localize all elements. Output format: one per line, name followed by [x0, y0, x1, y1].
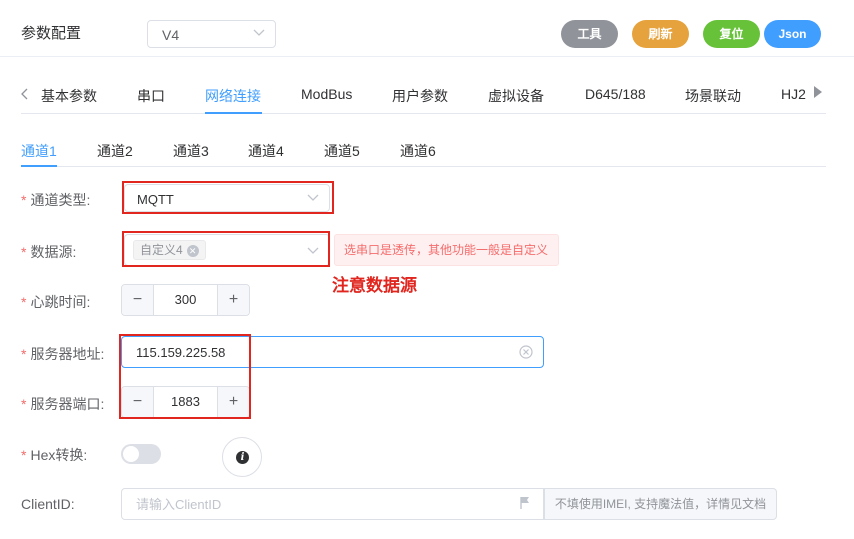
required-marker: *	[21, 447, 27, 463]
server-port-label-text: 服务器端口:	[30, 396, 105, 412]
json-button[interactable]: Json	[764, 20, 821, 48]
page-title: 参数配置	[21, 25, 82, 42]
info-icon: i	[236, 451, 249, 464]
data-source-label: * 数据源:	[21, 242, 76, 262]
heartbeat-label-text: 心跳时间:	[30, 294, 91, 310]
tab-channel-5[interactable]: 通道5	[324, 141, 360, 161]
header-bar: 参数配置 V4 工具 刷新 复位 Json	[0, 0, 854, 57]
tab-channel-6[interactable]: 通道6	[400, 141, 436, 161]
main-tabs: 基本参数 串口 网络连接 ModBus 用户参数 虚拟设备 D645/188 场…	[21, 76, 826, 114]
server-address-label-text: 服务器地址:	[30, 346, 105, 362]
client-id-label: ClientID:	[21, 496, 75, 512]
clear-icon[interactable]	[519, 345, 533, 359]
tab-channel-3[interactable]: 通道3	[173, 141, 209, 161]
heartbeat-increase-button[interactable]: +	[217, 285, 249, 315]
chevron-down-icon	[253, 29, 265, 36]
port-increase-button[interactable]: +	[217, 387, 249, 417]
tab-channel-1[interactable]: 通道1	[21, 141, 57, 161]
channel-tabs: 通道1 通道2 通道3 通道4 通道5 通道6	[21, 133, 826, 167]
heartbeat-stepper: − 300 +	[121, 284, 250, 316]
server-port-value[interactable]: 1883	[154, 387, 217, 417]
hex-convert-label-text: Hex转换:	[30, 447, 88, 463]
data-source-tag: 自定义4 ✕	[133, 240, 206, 260]
channel-type-select[interactable]: MQTT	[124, 184, 330, 212]
chevron-down-icon	[307, 194, 319, 201]
tab-d645[interactable]: D645/188	[585, 86, 646, 102]
data-source-label-text: 数据源:	[30, 244, 77, 260]
refresh-button[interactable]: 刷新	[632, 20, 689, 48]
tab-network[interactable]: 网络连接	[205, 86, 261, 106]
hex-convert-switch[interactable]	[121, 444, 161, 464]
caret-right-icon[interactable]	[814, 86, 822, 98]
channel-type-value: MQTT	[137, 192, 174, 207]
tool-button[interactable]: 工具	[561, 20, 618, 48]
port-decrease-button[interactable]: −	[122, 387, 154, 417]
hex-convert-label: * Hex转换:	[21, 445, 87, 465]
tab-serial[interactable]: 串口	[137, 86, 165, 106]
client-id-input[interactable]	[121, 488, 544, 520]
required-marker: *	[21, 192, 27, 208]
tab-scene-linkage[interactable]: 场景联动	[685, 86, 741, 106]
flag-icon	[520, 497, 529, 509]
info-button[interactable]: i	[222, 437, 262, 477]
channel-type-label: * 通道类型:	[21, 190, 90, 210]
server-port-label: * 服务器端口:	[21, 394, 104, 414]
required-marker: *	[21, 346, 27, 362]
tab-basic-params[interactable]: 基本参数	[41, 86, 97, 106]
tab-channel-4[interactable]: 通道4	[248, 141, 284, 161]
reset-button[interactable]: 复位	[703, 20, 760, 48]
heartbeat-decrease-button[interactable]: −	[122, 285, 154, 315]
required-marker: *	[21, 396, 27, 412]
channel-type-label-text: 通道类型:	[30, 192, 91, 208]
version-select[interactable]: V4	[147, 20, 276, 48]
data-source-tag-text: 自定义4	[140, 243, 183, 257]
tab-virtual-device[interactable]: 虚拟设备	[488, 86, 544, 106]
server-port-stepper: − 1883 +	[121, 386, 250, 418]
server-address-input[interactable]	[121, 336, 544, 368]
data-source-select[interactable]: 自定义4 ✕	[124, 234, 330, 266]
chevron-down-icon	[307, 247, 319, 254]
tab-user-params[interactable]: 用户参数	[392, 86, 448, 106]
version-select-value: V4	[162, 27, 180, 43]
active-tab-indicator	[205, 112, 262, 114]
tab-hj2[interactable]: HJ2	[781, 86, 806, 102]
required-marker: *	[21, 294, 27, 310]
tag-close-icon[interactable]: ✕	[186, 244, 199, 257]
switch-knob	[123, 446, 139, 462]
client-id-append: 不填使用IMEI, 支持魔法值，详情见文档	[544, 488, 777, 520]
heartbeat-value[interactable]: 300	[154, 285, 217, 315]
heartbeat-label: * 心跳时间:	[21, 292, 90, 312]
server-address-label: * 服务器地址:	[21, 344, 104, 364]
annotation-note: 注意数据源	[332, 276, 417, 296]
chevron-left-icon[interactable]	[21, 88, 29, 100]
active-channel-indicator	[21, 165, 57, 167]
tab-modbus[interactable]: ModBus	[301, 86, 352, 102]
required-marker: *	[21, 244, 27, 260]
tab-channel-2[interactable]: 通道2	[97, 141, 133, 161]
data-source-hint: 选串口是透传，其他功能一般是自定义	[334, 234, 559, 266]
